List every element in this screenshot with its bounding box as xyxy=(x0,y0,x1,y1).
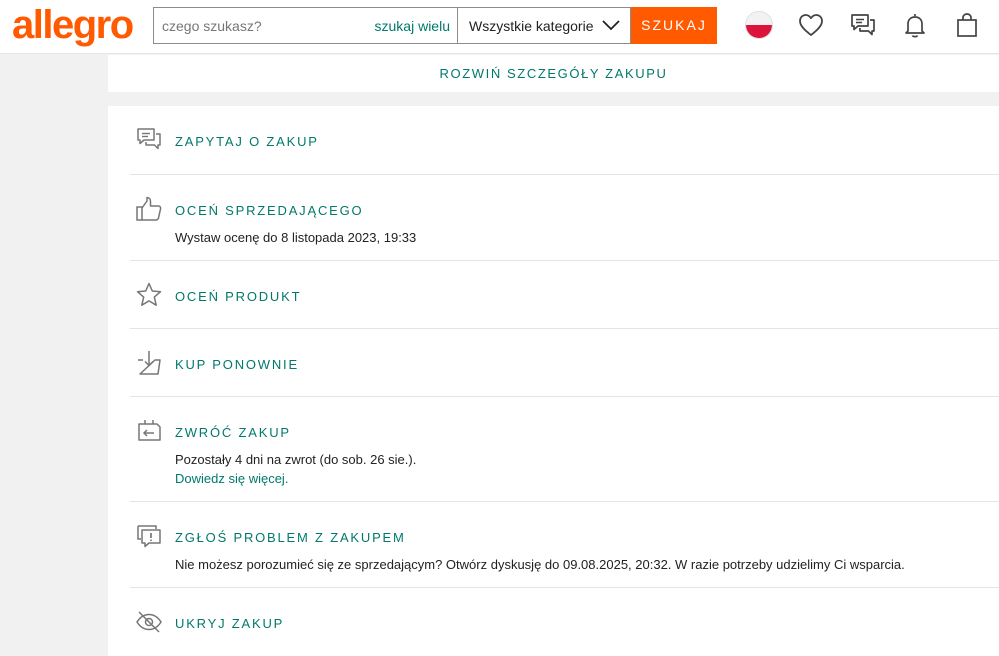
action-ask-about-purchase[interactable]: ZAPYTAJ O ZAKUP xyxy=(130,106,999,175)
learn-more-link[interactable]: Dowiedz się więcej. xyxy=(175,471,288,486)
purchase-actions-panel: ZAPYTAJ O ZAKUP OCEŃ SPRZEDAJĄCEGO Wysta… xyxy=(108,106,999,656)
eye-hidden-icon xyxy=(136,611,162,633)
action-description: Nie możesz porozumieć się ze sprzedający… xyxy=(175,557,905,572)
action-rate-product[interactable]: OCEŃ PRODUKT xyxy=(130,261,999,329)
star-icon xyxy=(136,282,162,306)
action-hide-purchase[interactable]: UKRYJ ZAKUP xyxy=(130,588,999,656)
allegro-logo[interactable]: allegro xyxy=(12,2,134,48)
expand-details-bar: ROZWIŃ SZCZEGÓŁY ZAKUPU xyxy=(108,55,999,92)
action-report-problem[interactable]: ZGŁOŚ PROBLEM Z ZAKUPEM Nie możesz poroz… xyxy=(130,502,999,588)
messages-icon[interactable] xyxy=(849,11,877,39)
action-description: Wystaw ocenę do 8 listopada 2023, 19:33 xyxy=(175,230,417,245)
action-title[interactable]: OCEŃ PRODUKT xyxy=(175,289,301,304)
action-title[interactable]: ZGŁOŚ PROBLEM Z ZAKUPEM xyxy=(175,530,406,545)
return-icon xyxy=(138,420,161,441)
action-title[interactable]: ZAPYTAJ O ZAKUP xyxy=(175,134,319,149)
search-box: szukaj wielu xyxy=(153,7,458,44)
category-selected-value: Wszystkie kategorie xyxy=(469,18,594,34)
problem-report-icon xyxy=(137,525,161,548)
action-rate-seller[interactable]: OCEŃ SPRZEDAJĄCEGO Wystaw ocenę do 8 lis… xyxy=(130,175,999,261)
search-button[interactable]: SZUKAJ xyxy=(631,7,717,44)
action-title[interactable]: ZWRÓĆ ZAKUP xyxy=(175,425,291,440)
action-title[interactable]: UKRYJ ZAKUP xyxy=(175,616,284,631)
poland-flag-icon[interactable] xyxy=(745,11,773,39)
action-buy-again[interactable]: KUP PONOWNIE xyxy=(130,329,999,397)
chevron-down-icon xyxy=(602,20,620,31)
action-title[interactable]: OCEŃ SPRZEDAJĄCEGO xyxy=(175,203,363,218)
search-many-link[interactable]: szukaj wielu xyxy=(375,18,450,34)
action-description: Pozostały 4 dni na zwrot (do sob. 26 sie… xyxy=(175,452,417,467)
chat-bubbles-icon xyxy=(137,128,161,150)
thumbs-up-icon xyxy=(136,196,162,221)
basket-download-icon xyxy=(138,351,161,375)
action-return-purchase[interactable]: ZWRÓĆ ZAKUP Pozostały 4 dni na zwrot (do… xyxy=(130,397,999,502)
expand-details-link[interactable]: ROZWIŃ SZCZEGÓŁY ZAKUPU xyxy=(440,66,668,81)
heart-icon[interactable] xyxy=(797,11,825,39)
top-header: allegro szukaj wielu Wszystkie kategorie… xyxy=(0,0,999,54)
category-select[interactable]: Wszystkie kategorie xyxy=(457,7,631,44)
search-input[interactable] xyxy=(154,8,364,43)
action-title[interactable]: KUP PONOWNIE xyxy=(175,357,299,372)
shopping-bag-icon[interactable] xyxy=(953,11,981,39)
bell-icon[interactable] xyxy=(901,11,929,39)
